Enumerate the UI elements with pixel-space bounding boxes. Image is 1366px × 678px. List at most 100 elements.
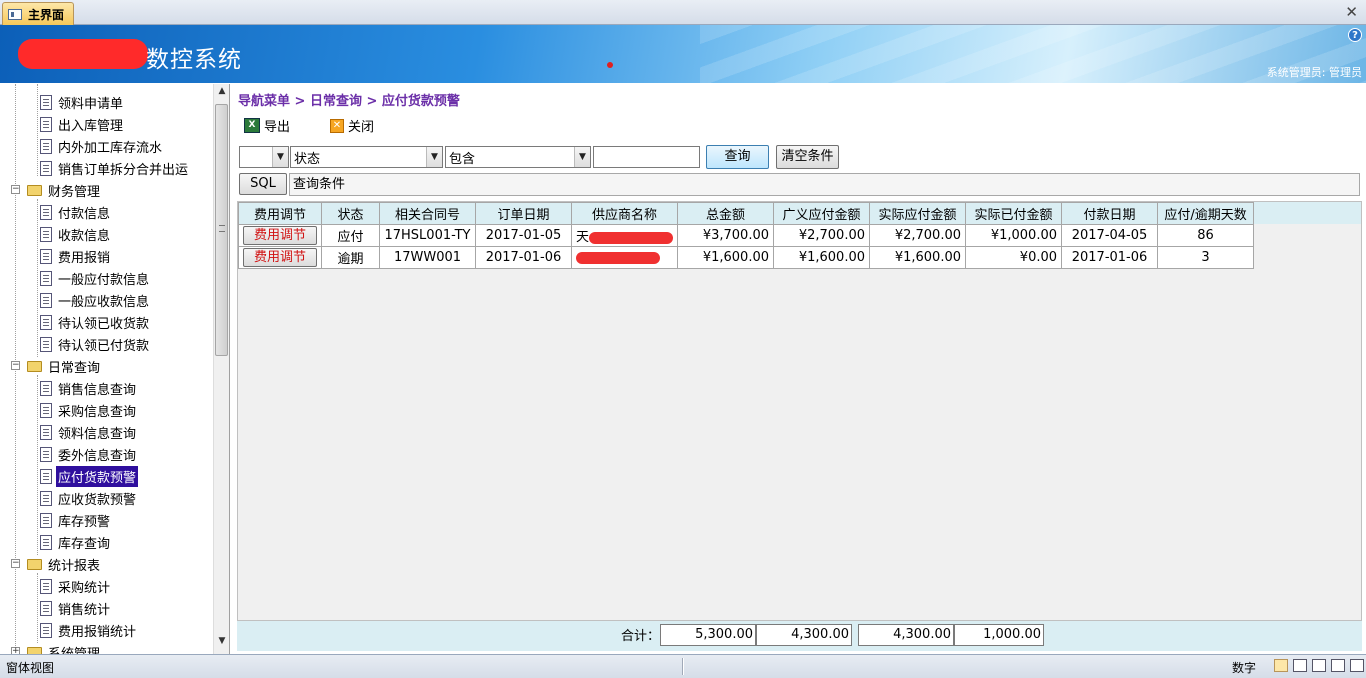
tree-item-sales-query[interactable]: 销售信息查询 [40,377,138,399]
contract-cell[interactable]: 17HSL001-TY [379,224,476,247]
operator-combo[interactable]: 包含 ▼ [445,146,591,168]
tree-scrollbar[interactable]: ▲ ▼ [213,84,229,654]
actual-payable-sum[interactable]: 4,300.00 [858,624,954,646]
close-label: 关闭 [348,120,375,135]
scroll-thumb[interactable] [215,104,228,356]
tree-item-purchase-stats[interactable]: 采购统计 [40,575,112,597]
tree-item-stock-io[interactable]: 出入库管理 [40,113,125,135]
tree-item-general-receivables[interactable]: 一般应收款信息 [40,289,151,311]
paid-sum[interactable]: 1,000.00 [954,624,1044,646]
table-row[interactable]: 费用调节 应付 17HSL001-TY 2017-01-05 天 ¥3,700.… [238,224,1255,247]
tree-item-expense-claim[interactable]: 费用报销 [40,245,112,267]
tree-item-processing-stock-flow[interactable]: 内外加工库存流水 [40,135,164,157]
close-button[interactable]: ✕ 关闭 [330,116,374,135]
tree-item-unclaimed-paid[interactable]: 待认领已付货款 [40,333,151,355]
collapse-toggle[interactable]: − [11,361,20,370]
status-divider [682,658,684,675]
column-header[interactable]: 状态 [321,202,380,225]
column-header[interactable]: 相关合同号 [379,202,476,225]
clear-conditions-button[interactable]: 清空条件 [776,145,839,169]
column-header[interactable]: 费用调节 [238,202,322,225]
tree-item-general-payables[interactable]: 一般应付款信息 [40,267,151,289]
query-button[interactable]: 查询 [706,145,769,169]
column-header[interactable]: 广义应付金额 [773,202,871,225]
chevron-down-icon[interactable]: ▼ [426,147,442,167]
column-header[interactable]: 订单日期 [475,202,572,225]
form-view-icon[interactable] [1274,659,1288,672]
tree-item-material-request[interactable]: 领料申请单 [40,91,125,113]
column-header[interactable]: 实际已付金额 [965,202,1063,225]
field-combo[interactable]: 状态 ▼ [290,146,443,168]
paid-cell[interactable]: ¥0.00 [965,246,1063,269]
supplier-cell[interactable] [570,246,679,269]
tree-item-expense-stats[interactable]: 费用报销统计 [40,619,138,641]
tree-item-sales-stats[interactable]: 销售统计 [40,597,112,619]
close-icon[interactable]: ✕ [1345,3,1358,21]
logic-combo[interactable]: ▼ [239,146,289,168]
fee-adjust-button[interactable]: 费用调节 [243,248,317,267]
datasheet-view-icon[interactable] [1293,659,1307,672]
tree-folder-system[interactable]: 系统管理 [27,641,102,654]
help-icon[interactable]: ? [1348,28,1362,42]
column-header[interactable]: 供应商名称 [570,202,679,225]
design-view-icon[interactable] [1350,659,1364,672]
order-date-cell[interactable]: 2017-01-05 [475,224,572,247]
sql-button[interactable]: SQL [239,173,287,195]
tree-item-payment-info[interactable]: 付款信息 [40,201,112,223]
pay-date-cell[interactable]: 2017-01-06 [1061,246,1159,269]
days-cell[interactable]: 3 [1157,246,1255,269]
pivot-view-icon[interactable] [1331,659,1345,672]
tree-item-unclaimed-received[interactable]: 待认领已收货款 [40,311,151,333]
chevron-down-icon[interactable]: ▼ [272,147,288,167]
supplier-cell[interactable]: 天 [570,224,679,247]
actual-payable-cell[interactable]: ¥2,700.00 [869,224,967,247]
tree-folder-finance[interactable]: 财务管理 [27,179,102,201]
scroll-up-arrow-icon[interactable]: ▲ [214,86,229,102]
total-amount-sum[interactable]: 5,300.00 [660,624,756,646]
tree-item-outsourcing-query[interactable]: 委外信息查询 [40,443,138,465]
status-cell[interactable]: 应付 [321,224,380,247]
filter-value-input[interactable] [593,146,700,168]
tree-item-receipt-info[interactable]: 收款信息 [40,223,112,245]
tree-item-purchase-query[interactable]: 采购信息查询 [40,399,138,421]
general-payable-cell[interactable]: ¥2,700.00 [773,224,871,247]
expand-toggle[interactable]: + [11,647,20,654]
navigation-tree[interactable]: 领料申请单 出入库管理 内外加工库存流水 销售订单拆分合并出运 − 财务管理 付… [0,84,230,654]
tree-folder-daily-query[interactable]: 日常查询 [27,355,102,377]
column-header[interactable]: 付款日期 [1061,202,1159,225]
fee-adjust-button[interactable]: 费用调节 [243,226,317,245]
tree-folder-reports[interactable]: 统计报表 [27,553,102,575]
total-cell[interactable]: ¥3,700.00 [677,224,775,247]
tree-item-payables-alert[interactable]: 应付货款预警 [40,464,140,488]
paid-cell[interactable]: ¥1,000.00 [965,224,1063,247]
tree-item-stock-alert[interactable]: 库存预警 [40,509,112,531]
tree-item-stock-query[interactable]: 库存查询 [40,531,112,553]
datasheet[interactable]: 费用调节 状态 相关合同号 订单日期 供应商名称 总金额 广义应付金额 实际应付… [237,201,1362,621]
collapse-toggle[interactable]: − [11,185,20,194]
layout-view-icon[interactable] [1312,659,1326,672]
chevron-down-icon[interactable]: ▼ [574,147,590,167]
total-cell[interactable]: ¥1,600.00 [677,246,775,269]
redaction-mark [589,231,674,244]
tab-main[interactable]: 主界面 [2,2,74,25]
days-cell[interactable]: 86 [1157,224,1255,247]
column-header[interactable]: 总金额 [677,202,775,225]
tree-item-receivables-alert[interactable]: 应收货款预警 [40,487,138,509]
collapse-toggle[interactable]: − [11,559,20,568]
tree-item-material-query[interactable]: 领料信息查询 [40,421,138,443]
tree-item-sales-order-split[interactable]: 销售订单拆分合并出运 [40,157,190,179]
document-icon [40,446,52,462]
query-condition-field[interactable]: 查询条件 [289,173,1360,196]
actual-payable-cell[interactable]: ¥1,600.00 [869,246,967,269]
status-cell[interactable]: 逾期 [321,246,380,269]
general-payable-cell[interactable]: ¥1,600.00 [773,246,871,269]
general-payable-sum[interactable]: 4,300.00 [756,624,852,646]
contract-cell[interactable]: 17WW001 [379,246,476,269]
order-date-cell[interactable]: 2017-01-06 [475,246,572,269]
pay-date-cell[interactable]: 2017-04-05 [1061,224,1159,247]
column-header[interactable]: 应付/逾期天数 [1157,202,1255,225]
scroll-down-arrow-icon[interactable]: ▼ [214,636,229,652]
column-header[interactable]: 实际应付金额 [869,202,967,225]
export-button[interactable]: X 导出 [244,116,290,135]
table-row[interactable]: 费用调节 逾期 17WW001 2017-01-06 ¥1,600.00 ¥1,… [238,246,1255,269]
